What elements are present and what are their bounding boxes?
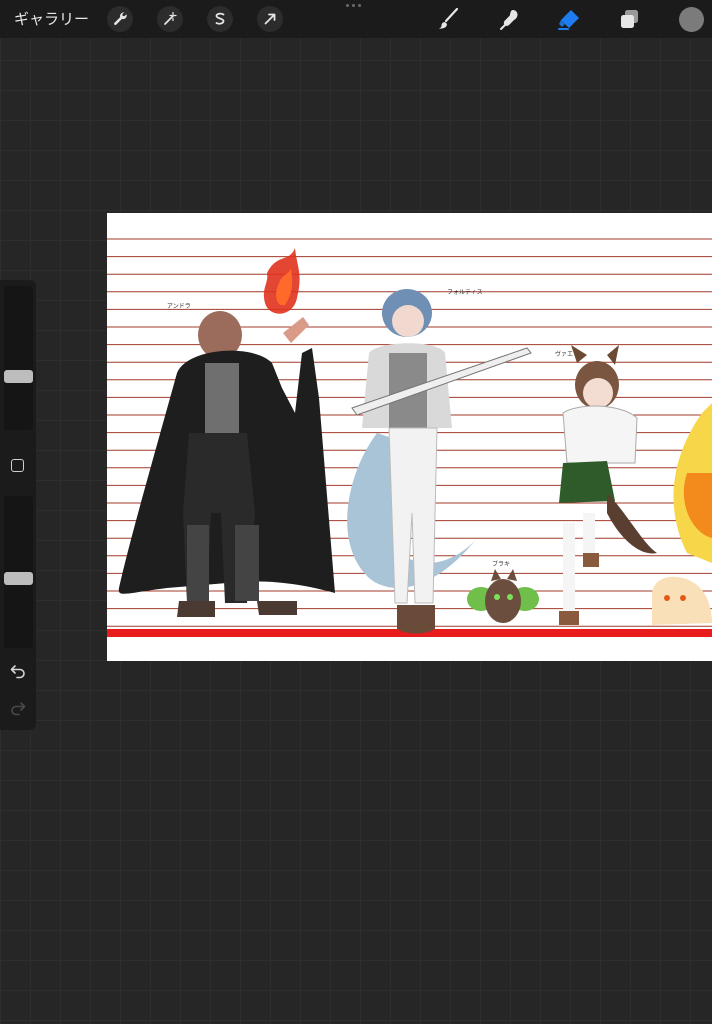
modify-button[interactable]	[11, 459, 24, 472]
transform-button[interactable]	[257, 6, 283, 32]
top-toolbar: ギャラリー	[0, 0, 712, 38]
side-panel	[0, 280, 36, 730]
gallery-button[interactable]: ギャラリー	[14, 9, 89, 29]
brush-size-slider[interactable]	[4, 286, 33, 430]
magic-wand-icon	[164, 11, 177, 25]
character-label-4: ブラキ	[492, 561, 511, 568]
character-label-1: アンドラ	[167, 303, 191, 310]
smudge-icon	[500, 10, 518, 30]
transform-arrow-icon	[264, 13, 276, 25]
eraser-icon	[558, 10, 579, 30]
drawing-canvas[interactable]: アンドラ フォルティス ヴァエ ブラキ	[107, 213, 712, 661]
smudge-button[interactable]	[495, 5, 523, 33]
more-dots[interactable]	[346, 4, 361, 7]
character-lineup-artwork	[118, 248, 712, 634]
character-partial-yellow	[652, 403, 712, 625]
color-picker-button[interactable]	[679, 7, 704, 32]
brush-button[interactable]	[435, 5, 463, 33]
layers-button[interactable]	[616, 5, 644, 33]
redo-icon[interactable]	[9, 699, 27, 717]
creature-leaf	[467, 569, 539, 623]
eraser-button[interactable]	[555, 5, 583, 33]
brush-size-thumb[interactable]	[4, 369, 33, 383]
adjustments-button[interactable]	[157, 6, 183, 32]
character-cat-girl	[559, 345, 657, 625]
character-label-3: ヴァエ	[555, 351, 574, 358]
opacity-thumb[interactable]	[4, 572, 33, 586]
selection-icon	[215, 12, 225, 25]
wrench-icon	[114, 12, 127, 26]
selection-button[interactable]	[207, 6, 233, 32]
character-dark-coat	[118, 248, 335, 617]
layers-icon	[621, 10, 638, 28]
brush-icon	[439, 7, 459, 29]
undo-icon[interactable]	[9, 662, 27, 680]
actions-button[interactable]	[107, 6, 133, 32]
character-label-2: フォルティス	[447, 289, 483, 296]
